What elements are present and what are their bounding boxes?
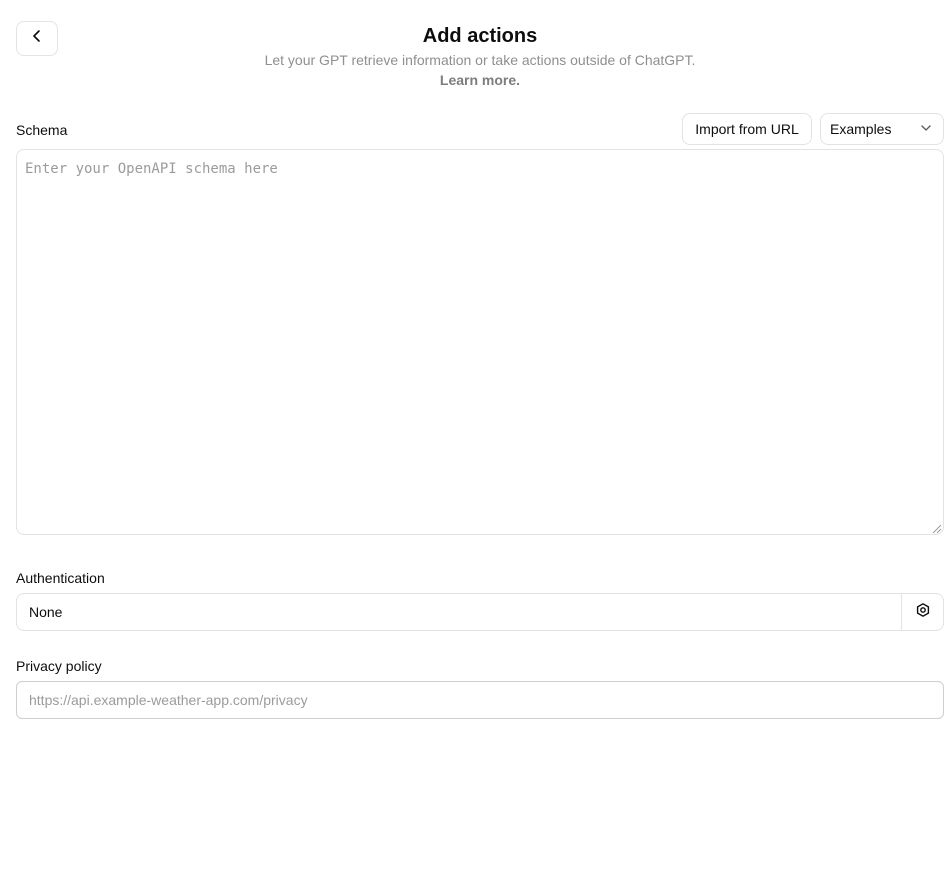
schema-label: Schema xyxy=(16,122,68,138)
page-title: Add actions xyxy=(422,25,538,47)
examples-dropdown[interactable]: Examples xyxy=(820,113,944,145)
schema-textarea[interactable] xyxy=(16,149,944,535)
authentication-label: Authentication xyxy=(16,570,105,586)
authentication-value: None xyxy=(29,604,63,620)
examples-dropdown-value: Examples xyxy=(830,121,892,137)
page-header: Add actions Let your GPT retrieve inform… xyxy=(0,22,948,90)
import-from-url-button[interactable]: Import from URL xyxy=(682,113,812,145)
resize-handle-icon[interactable] xyxy=(930,521,942,534)
privacy-policy-input[interactable] xyxy=(16,681,944,719)
chevron-down-icon xyxy=(919,121,933,138)
learn-more-link[interactable]: Learn more. xyxy=(0,70,948,90)
gear-icon xyxy=(915,602,931,623)
privacy-policy-label: Privacy policy xyxy=(16,658,102,674)
authentication-field[interactable]: None xyxy=(16,593,944,631)
authentication-settings-button[interactable] xyxy=(901,594,943,630)
page-subtitle: Let your GPT retrieve information or tak… xyxy=(264,52,696,68)
